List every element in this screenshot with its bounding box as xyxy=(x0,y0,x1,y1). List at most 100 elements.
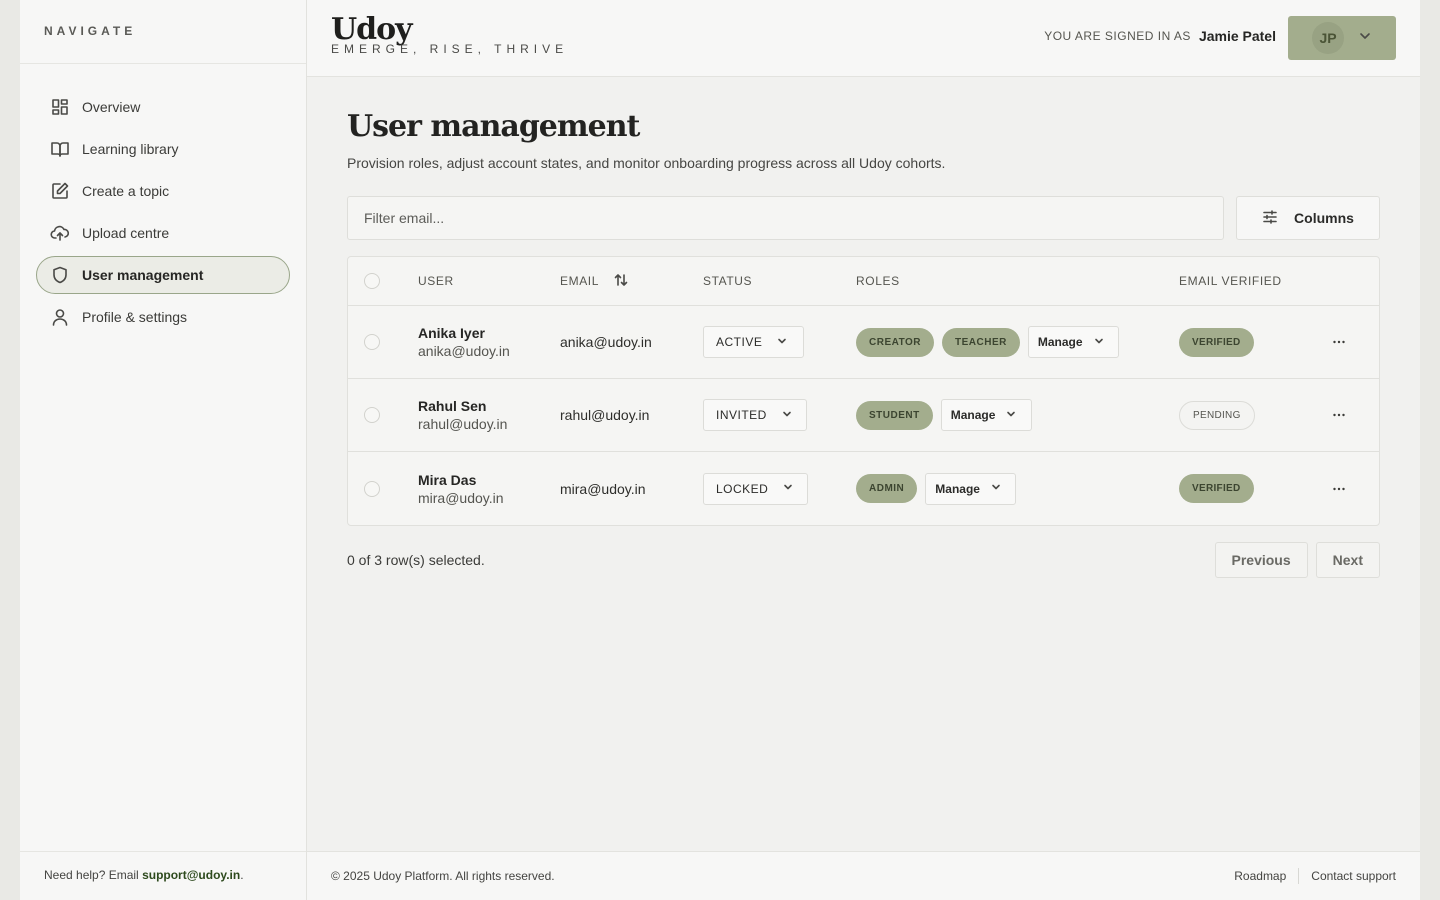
header-email-verified: EMAIL VERIFIED xyxy=(1179,274,1282,288)
verified-badge: VERIFIED xyxy=(1179,327,1254,357)
chevron-down-icon xyxy=(782,481,794,496)
book-icon xyxy=(49,138,71,160)
email-cell: rahul@udoy.in xyxy=(560,407,650,423)
roles-cell: ADMIN Manage xyxy=(856,472,1179,505)
roles-cell: CREATOR TEACHER Manage xyxy=(856,326,1179,358)
user-handle: anika@udoy.in xyxy=(418,343,510,359)
more-actions-icon[interactable] xyxy=(1299,334,1379,350)
table-header: USER EMAIL STATUS ROLES EMAIL VERIFIED xyxy=(348,257,1379,306)
manage-label: Manage xyxy=(935,481,980,496)
contact-support-link[interactable]: Contact support xyxy=(1311,869,1396,883)
sidebar-item-profile-settings[interactable]: Profile & settings xyxy=(36,298,290,336)
verified-badge: VERIFIED xyxy=(1179,474,1254,503)
avatar: JP xyxy=(1312,22,1344,54)
page-title: User management xyxy=(347,109,640,144)
select-all-checkbox[interactable] xyxy=(364,273,380,289)
signed-in-info: YOU ARE SIGNED IN AS Jamie Patel xyxy=(1044,28,1276,44)
chevron-down-icon xyxy=(1093,335,1105,350)
table-row: Rahul Sen rahul@udoy.in rahul@udoy.in IN… xyxy=(348,379,1379,452)
sidebar-item-label: Create a topic xyxy=(82,183,170,199)
help-text: Need help? Email xyxy=(44,868,143,882)
topbar: Udoy EMERGE, RISE, THRIVE YOU ARE SIGNED… xyxy=(307,0,1420,77)
cloud-upload-icon xyxy=(49,222,71,244)
header-email[interactable]: EMAIL xyxy=(560,272,703,291)
edit-icon xyxy=(49,180,71,202)
status-value: ACTIVE xyxy=(716,335,763,349)
pagination: Previous Next xyxy=(1214,542,1380,578)
sidebar-item-upload-centre[interactable]: Upload centre xyxy=(36,214,290,252)
header-email-label: EMAIL xyxy=(560,274,600,288)
brand[interactable]: Udoy EMERGE, RISE, THRIVE xyxy=(331,12,568,56)
user-cell: Rahul Sen rahul@udoy.in xyxy=(418,398,560,432)
page-content: User management Provision roles, adjust … xyxy=(307,77,1420,578)
user-handle: rahul@udoy.in xyxy=(418,416,508,432)
manage-roles-button[interactable]: Manage xyxy=(1027,326,1119,358)
sidebar-item-create-topic[interactable]: Create a topic xyxy=(36,172,290,210)
table-footer: 0 of 3 row(s) selected. Previous Next xyxy=(347,542,1380,578)
table-row: Anika Iyer anika@udoy.in anika@udoy.in A… xyxy=(348,306,1379,379)
table-row: Mira Das mira@udoy.in mira@udoy.in LOCKE… xyxy=(348,452,1379,525)
grid-icon xyxy=(49,96,71,118)
role-badge: CREATOR xyxy=(856,327,935,357)
divider xyxy=(1298,868,1300,884)
header-roles: ROLES xyxy=(856,274,900,288)
row-checkbox[interactable] xyxy=(364,407,380,423)
status-value: INVITED xyxy=(716,408,767,422)
manage-label: Manage xyxy=(1037,335,1083,349)
role-badge: STUDENT xyxy=(856,400,933,430)
sidebar-item-overview[interactable]: Overview xyxy=(36,88,290,126)
sidebar-item-user-management[interactable]: User management xyxy=(36,256,290,294)
row-checkbox[interactable] xyxy=(364,334,380,350)
next-button[interactable]: Next xyxy=(1315,542,1380,578)
sidebar-item-label: Learning library xyxy=(82,141,179,157)
sliders-icon xyxy=(1262,209,1278,228)
manage-roles-button[interactable]: Manage xyxy=(940,399,1032,431)
roadmap-link[interactable]: Roadmap xyxy=(1234,869,1286,883)
role-badge: TEACHER xyxy=(942,327,1020,357)
user-cell: Mira Das mira@udoy.in xyxy=(418,472,560,506)
sidebar-help: Need help? Email support@udoy.in. xyxy=(20,851,306,900)
brand-tagline: EMERGE, RISE, THRIVE xyxy=(331,42,569,56)
signed-in-label: YOU ARE SIGNED IN AS xyxy=(1044,29,1191,43)
manage-roles-button[interactable]: Manage xyxy=(925,472,1017,505)
status-select[interactable]: ACTIVE xyxy=(703,326,804,358)
status-select[interactable]: LOCKED xyxy=(703,472,808,505)
chevron-down-icon xyxy=(781,408,793,423)
main-area: Udoy EMERGE, RISE, THRIVE YOU ARE SIGNED… xyxy=(307,0,1420,900)
user-menu-button[interactable]: JP xyxy=(1288,16,1396,60)
user-name: Mira Das xyxy=(418,471,477,488)
user-cell: Anika Iyer anika@udoy.in xyxy=(418,325,560,359)
user-icon xyxy=(49,306,71,328)
sidebar-item-learning-library[interactable]: Learning library xyxy=(36,130,290,168)
signed-in-user: Jamie Patel xyxy=(1198,28,1276,44)
more-actions-icon[interactable] xyxy=(1299,407,1379,423)
chevron-down-icon xyxy=(1358,29,1372,48)
sidebar: NAVIGATE Overview Learning library Creat… xyxy=(20,0,307,900)
row-checkbox[interactable] xyxy=(364,480,380,497)
previous-button[interactable]: Previous xyxy=(1214,542,1308,578)
user-name: Anika Iyer xyxy=(418,325,485,341)
user-handle: mira@udoy.in xyxy=(418,489,504,506)
email-cell: anika@udoy.in xyxy=(560,334,652,350)
users-table: USER EMAIL STATUS ROLES EMAIL VERIFIED A… xyxy=(347,256,1380,526)
status-select[interactable]: INVITED xyxy=(703,399,807,431)
sidebar-item-label: Profile & settings xyxy=(82,309,188,325)
shield-icon xyxy=(49,264,71,286)
support-email-link[interactable]: support@udoy.in xyxy=(142,868,240,882)
nav-heading: NAVIGATE xyxy=(20,0,306,64)
columns-button[interactable]: Columns xyxy=(1236,196,1380,240)
footer-links: Roadmap Contact support xyxy=(1234,868,1396,884)
filter-email-input[interactable] xyxy=(347,196,1224,240)
header-status: STATUS xyxy=(703,274,753,288)
selection-count: 0 of 3 row(s) selected. xyxy=(347,552,485,568)
columns-label: Columns xyxy=(1294,210,1354,226)
page-subtitle: Provision roles, adjust account states, … xyxy=(347,155,946,171)
sidebar-item-label: Overview xyxy=(82,99,141,115)
copyright: © 2025 Udoy Platform. All rights reserve… xyxy=(331,869,555,883)
chevron-down-icon xyxy=(776,335,788,350)
header-user: USER xyxy=(418,274,454,288)
page-footer: © 2025 Udoy Platform. All rights reserve… xyxy=(307,851,1420,900)
pending-badge: PENDING xyxy=(1179,400,1255,430)
nav-menu: Overview Learning library Create a topic… xyxy=(20,64,306,336)
more-actions-icon[interactable] xyxy=(1299,481,1379,497)
